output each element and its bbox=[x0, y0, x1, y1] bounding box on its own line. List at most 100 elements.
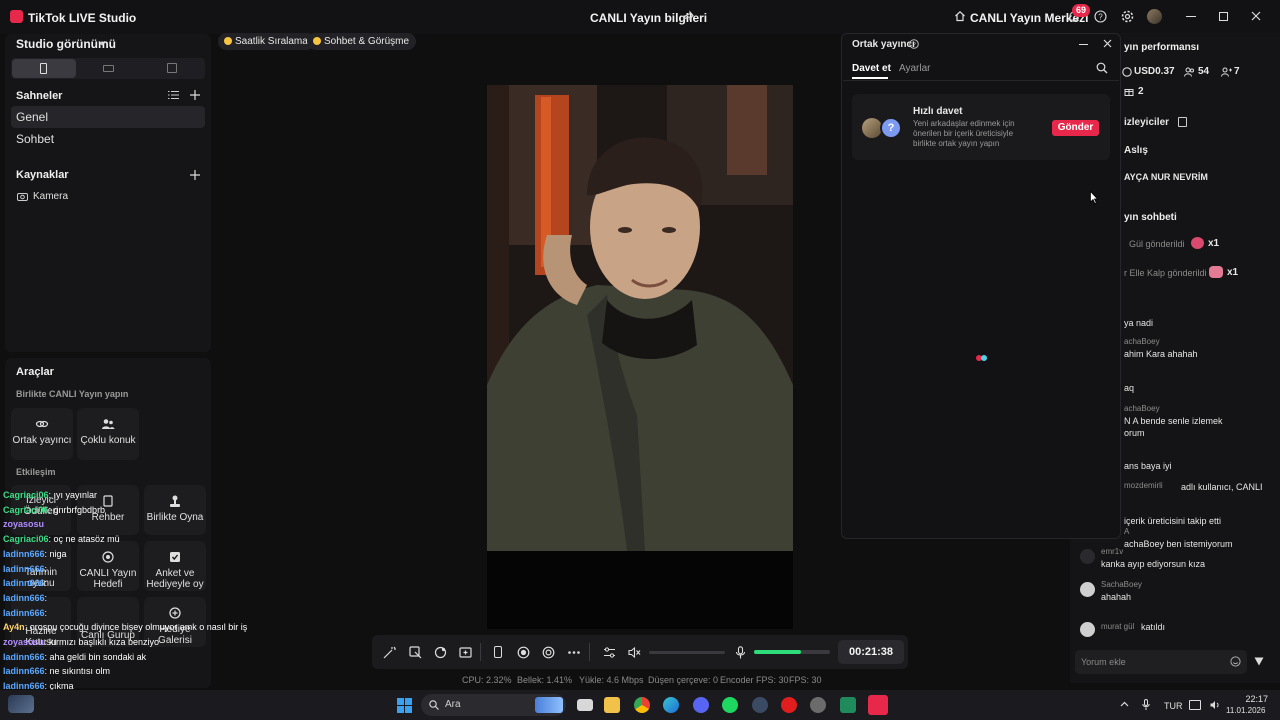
hourly-ranking-pill[interactable]: Saatlik Sıralama bbox=[218, 33, 315, 50]
microphone-icon[interactable] bbox=[735, 646, 746, 659]
game-launcher-icon[interactable] bbox=[810, 697, 826, 713]
chat-overlay-user: Cagriaci06 bbox=[3, 490, 49, 500]
chat-username[interactable]: murat gül bbox=[1101, 622, 1134, 631]
chat-overlay-text: : kırmızı başlıklı kıza benziyo bbox=[44, 637, 160, 648]
viewers-icon bbox=[1184, 67, 1195, 77]
discord-icon[interactable] bbox=[693, 697, 709, 713]
windows-start-icon[interactable] bbox=[397, 698, 412, 713]
terminal-icon[interactable] bbox=[840, 697, 856, 713]
opera-icon[interactable] bbox=[781, 697, 797, 713]
tray-chevron-up-icon[interactable] bbox=[1120, 701, 1129, 707]
viewers-tab[interactable]: izleyiciler bbox=[1124, 117, 1169, 128]
chat-username[interactable]: mozdemirli bbox=[1124, 481, 1163, 490]
file-explorer-icon[interactable] bbox=[604, 697, 620, 713]
chat-avatar[interactable] bbox=[1080, 622, 1095, 637]
scene-item-sohbet[interactable]: Sohbet bbox=[11, 128, 205, 150]
help-icon[interactable]: ? bbox=[1094, 10, 1107, 23]
clock-date[interactable]: 11.01.2026 bbox=[1226, 706, 1265, 715]
close-icon[interactable] bbox=[1251, 11, 1261, 21]
landscape-icon[interactable] bbox=[103, 65, 114, 72]
spotify-icon[interactable] bbox=[722, 697, 738, 713]
top-viewer-2[interactable]: AYÇA NUR NEVRİM bbox=[1124, 172, 1208, 182]
phone-icon[interactable] bbox=[494, 646, 502, 658]
tiktok-studio-taskbar-icon[interactable] bbox=[868, 695, 888, 715]
keyboard-language[interactable]: TUR bbox=[1164, 701, 1183, 711]
layout-icon[interactable] bbox=[409, 646, 422, 659]
source-item-camera[interactable]: Kamera bbox=[33, 191, 68, 202]
tray-mic-icon[interactable] bbox=[1142, 699, 1150, 711]
tab-settings[interactable]: Ayarlar bbox=[899, 63, 931, 74]
chat-message-text: içerik üreticisini takip etti bbox=[1124, 516, 1222, 526]
mouse-cursor bbox=[1090, 191, 1098, 204]
chat-username[interactable]: A bbox=[1124, 527, 1129, 536]
edge-icon[interactable] bbox=[663, 697, 679, 713]
app-title: TikTok LIVE Studio bbox=[28, 11, 137, 25]
portrait-icon bbox=[40, 63, 47, 74]
viewer-list-icon[interactable] bbox=[1178, 117, 1187, 127]
home-icon[interactable] bbox=[954, 10, 966, 22]
filter-icon[interactable] bbox=[1254, 657, 1264, 666]
chat-meeting-pill[interactable]: Sohbet & Görüşme bbox=[307, 33, 417, 50]
chat-username[interactable]: emr1v bbox=[1101, 547, 1123, 556]
chat-overlay-line: Ay4n: orospu çocuğu diyince bişey olmuyo… bbox=[3, 620, 263, 635]
search-icon[interactable] bbox=[1096, 62, 1108, 74]
chat-message-text: N A bende senle izlemek bbox=[1124, 416, 1223, 426]
memory-stat: Bellek: 1.41% bbox=[517, 675, 573, 685]
comment-input[interactable]: Yorum ekle bbox=[1075, 650, 1247, 674]
task-view-icon[interactable] bbox=[577, 699, 593, 711]
gift-event-1-count: x1 bbox=[1208, 238, 1220, 249]
info-icon[interactable]: ? bbox=[909, 39, 919, 49]
chrome-icon[interactable] bbox=[634, 697, 650, 713]
chat-username[interactable]: achaBoey bbox=[1124, 404, 1160, 413]
add-overlay-icon[interactable] bbox=[459, 646, 472, 659]
more-icon[interactable] bbox=[568, 651, 580, 654]
send-invite-button[interactable]: Gönder bbox=[1052, 120, 1099, 136]
settings-gear-icon[interactable] bbox=[1121, 10, 1134, 23]
multi-guest-tile[interactable]: Çoklu konuk bbox=[77, 408, 139, 460]
emoji-icon[interactable] bbox=[1230, 656, 1241, 667]
follower-icon bbox=[1221, 67, 1232, 77]
speaker-volume-slider[interactable] bbox=[649, 651, 725, 654]
svg-text:?: ? bbox=[1098, 12, 1103, 21]
live-together-label: Birlikte CANLI Yayın yapın bbox=[16, 389, 129, 399]
top-viewer-1[interactable]: Aslış bbox=[1124, 145, 1148, 156]
volume-icon[interactable] bbox=[1210, 700, 1222, 710]
camera-switch-icon[interactable] bbox=[542, 646, 555, 659]
chat-overlay-user: ladinn666 bbox=[3, 592, 45, 603]
chat-username[interactable]: achaBoey bbox=[1124, 337, 1160, 346]
chat-overlay-text: : niga bbox=[44, 548, 67, 559]
chat-message-text: katıldı bbox=[1141, 622, 1166, 632]
chevron-down-icon[interactable] bbox=[98, 39, 106, 47]
dual-view-icon[interactable] bbox=[167, 63, 177, 73]
chat-avatar[interactable] bbox=[1080, 582, 1095, 597]
widget-icon[interactable] bbox=[8, 695, 34, 713]
scene-item-genel[interactable]: Genel bbox=[11, 106, 205, 128]
maximize-icon[interactable] bbox=[1219, 12, 1228, 21]
sources-label: Kaynaklar bbox=[16, 169, 69, 181]
speaker-muted-icon[interactable] bbox=[628, 646, 641, 659]
chat-avatar[interactable] bbox=[1080, 549, 1095, 564]
clock-time[interactable]: 22:17 bbox=[1240, 694, 1268, 704]
tab-invite[interactable]: Davet et bbox=[852, 63, 891, 74]
panel-close-icon[interactable] bbox=[1103, 39, 1112, 48]
co-host-tile[interactable]: Ortak yayıncı bbox=[11, 408, 73, 460]
record-icon[interactable] bbox=[517, 646, 530, 659]
chat-username[interactable]: SachaBoey bbox=[1101, 580, 1142, 589]
chat-overlay-text: : orospu çocuğu diyince bişey olmuyor am… bbox=[24, 622, 248, 633]
chat-overlay-text: : bbox=[44, 607, 48, 618]
network-icon[interactable] bbox=[1189, 700, 1201, 710]
effects-icon[interactable] bbox=[434, 646, 447, 659]
audio-mixer-icon[interactable] bbox=[603, 646, 616, 659]
minimize-icon[interactable] bbox=[1186, 16, 1196, 17]
share-icon[interactable] bbox=[682, 10, 694, 22]
add-source-icon[interactable] bbox=[190, 170, 200, 180]
profile-avatar[interactable] bbox=[1147, 9, 1162, 24]
list-icon[interactable] bbox=[168, 90, 179, 100]
multi-guest-label: Çoklu konuk bbox=[80, 435, 136, 446]
mic-volume-slider[interactable] bbox=[754, 650, 830, 654]
panel-minimize-icon[interactable] bbox=[1079, 44, 1088, 45]
cpu-stat: CPU: 2.32% bbox=[462, 675, 512, 685]
steam-icon[interactable] bbox=[752, 697, 768, 713]
add-scene-icon[interactable] bbox=[190, 90, 200, 100]
magic-wand-icon[interactable] bbox=[383, 646, 396, 659]
